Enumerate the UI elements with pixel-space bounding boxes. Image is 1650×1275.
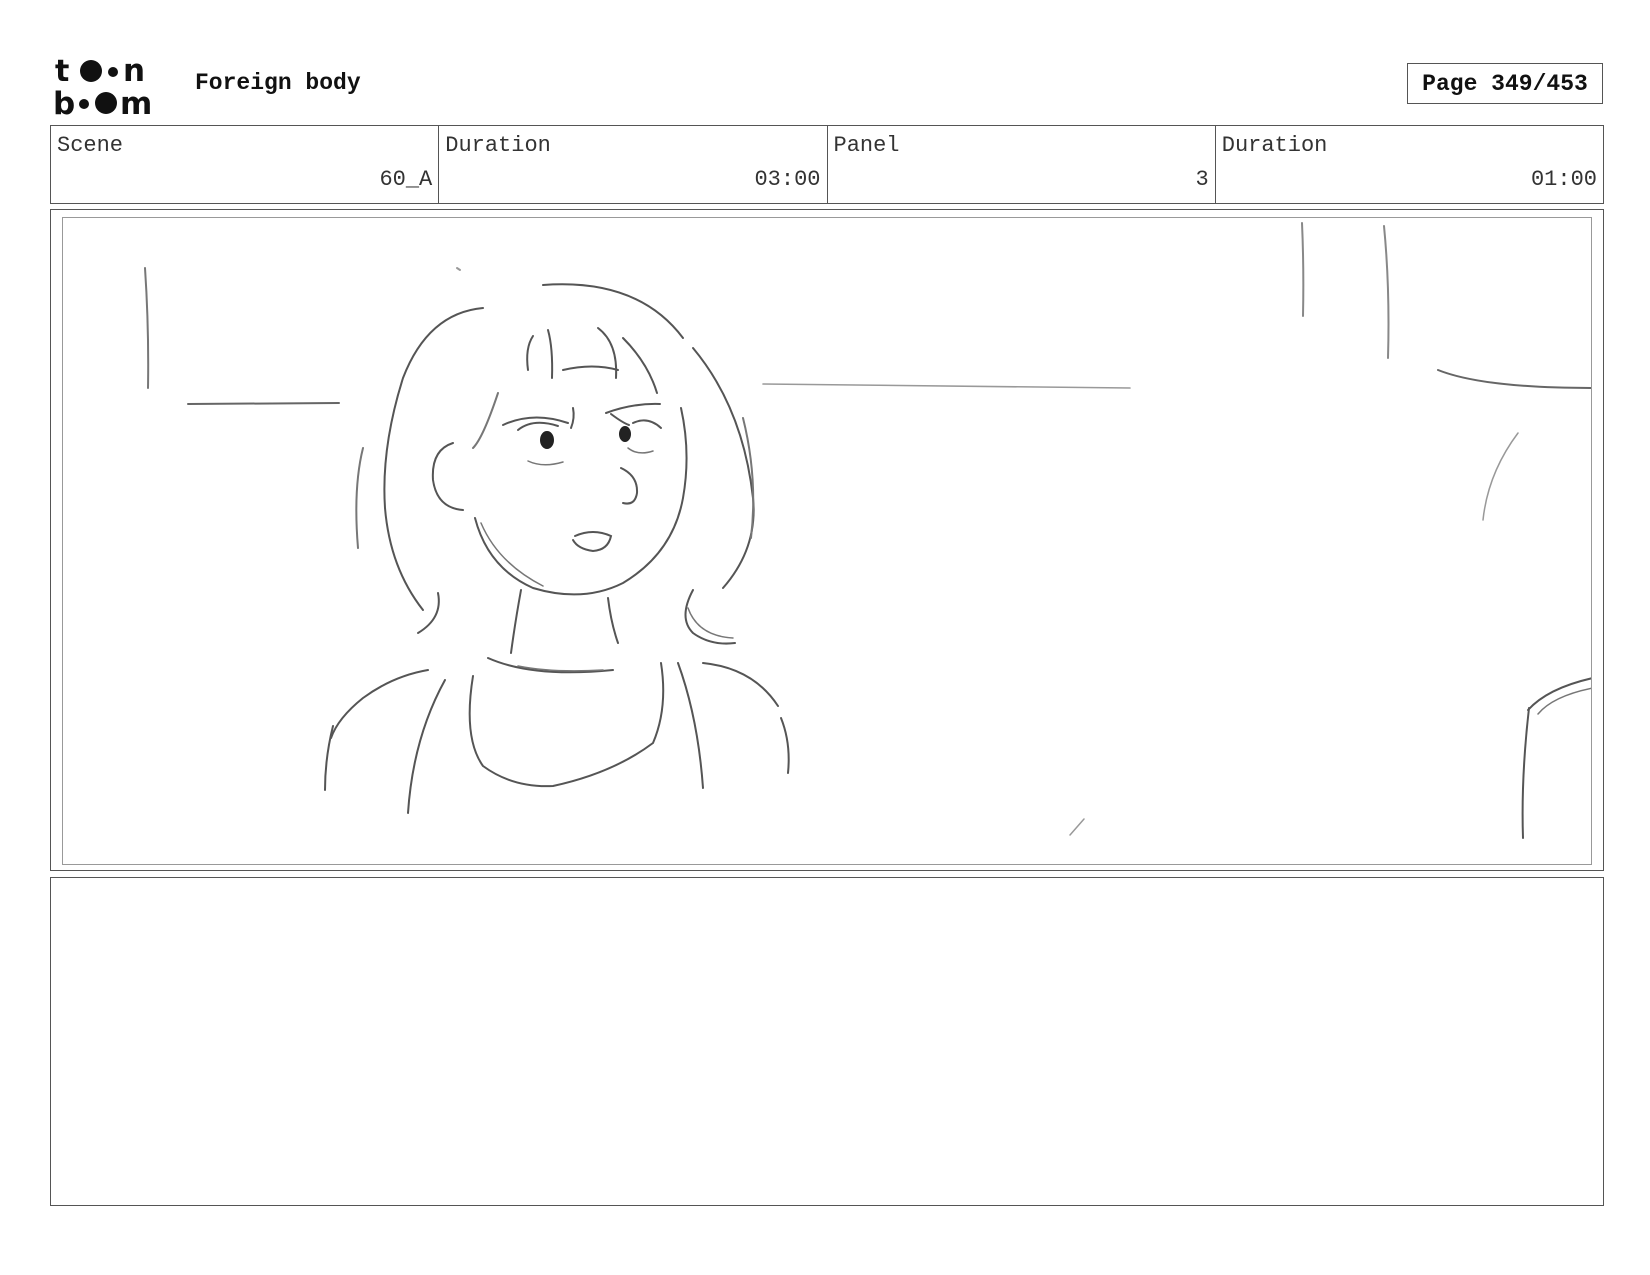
panel-info-row: Scene 60_A Duration 03:00 Panel 3 Durati… (50, 125, 1604, 204)
storyboard-panel-image (62, 217, 1592, 865)
scene-duration-cell: Duration 03:00 (439, 126, 828, 203)
svg-text:b: b (53, 86, 75, 118)
scene-label: Scene (57, 133, 124, 158)
svg-text:m: m (120, 86, 152, 118)
panel-duration-value: 01:00 (1530, 167, 1597, 192)
page-number-label: Page 349/453 (1422, 70, 1588, 97)
svg-text:n: n (123, 53, 145, 89)
page-number-box: Page 349/453 (1407, 63, 1603, 104)
toon-boom-logo: t n b m (53, 52, 171, 118)
panel-duration-label: Duration (1221, 133, 1328, 158)
storyboard-panel-frame (50, 209, 1604, 871)
panel-duration-cell: Duration 01:00 (1216, 126, 1603, 203)
panel-value: 3 (1195, 167, 1209, 192)
scene-duration-value: 03:00 (754, 167, 821, 192)
project-title: Foreign body (195, 70, 361, 96)
panel-cell: Panel 3 (828, 126, 1216, 203)
panel-notes-box (50, 877, 1604, 1206)
scene-cell: Scene 60_A (51, 126, 440, 203)
sketch-drawing (144, 222, 1591, 839)
scene-value: 60_A (379, 167, 433, 192)
scene-duration-label: Duration (445, 133, 551, 158)
panel-label: Panel (833, 133, 900, 158)
svg-text:t: t (55, 54, 69, 89)
